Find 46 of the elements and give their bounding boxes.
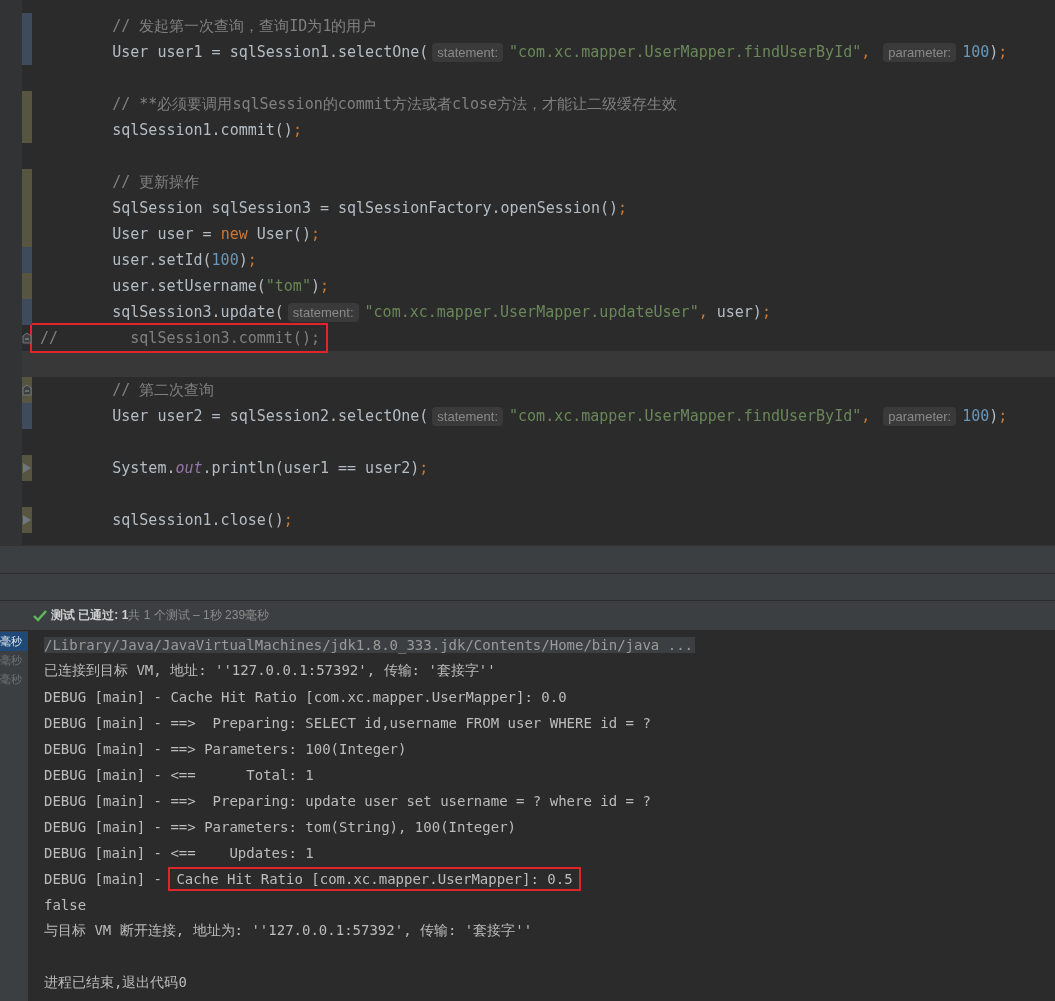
fold-icon[interactable] [22, 332, 32, 344]
test-tree-item[interactable]: 毫秒 [0, 632, 28, 651]
code-text: // 更新操作 [111, 172, 200, 192]
code-text: "com.xc.mapper.UserMapper.findUserById", [509, 43, 872, 61]
code-text: // 第二次查询 [111, 380, 215, 400]
code-text: SqlSession sqlSession3 = sqlSessionFactory.openSession(); [111, 199, 627, 217]
code-text: // sqlSession3.commit(); [40, 329, 320, 347]
code-text: sqlSession1.commit(); [111, 121, 302, 139]
console-line: DEBUG [main] - ==> Preparing: SELECT id,username FROM user WHERE id = ? [44, 715, 651, 731]
console-line: DEBUG [main] - <== Total: 1 [44, 767, 314, 783]
code-text: user.setId(100); [111, 251, 257, 269]
console-line: DEBUG [main] - <== Updates: 1 [44, 845, 314, 861]
console-line: DEBUG [main] - ==> Parameters: tom(String), 100(Integer) [44, 819, 516, 835]
parameter-hint: statement: [432, 42, 504, 62]
code-text: user.setUsername("tom"); [111, 277, 329, 295]
code-text: 100); [962, 43, 1008, 61]
code-text: 100); [962, 407, 1008, 425]
parameter-hint: parameter: [883, 42, 957, 62]
test-summary-text: 共 1 个测试 – 1秒 239毫秒 [128, 607, 270, 624]
run-icon[interactable] [22, 514, 32, 526]
code-text: User user = new User(); [111, 225, 320, 243]
parameter-hint: statement: [287, 302, 359, 322]
check-icon [33, 609, 47, 622]
code-text: User user1 = sqlSession1.selectOne( [111, 43, 429, 61]
console-line: 已连接到目标 VM, 地址: ''127.0.0.1:57392', 传输: '套接字'' [44, 662, 496, 680]
code-text: System.out.println(user1 == user2); [111, 459, 429, 477]
code-text: sqlSession3.update( [111, 303, 284, 321]
fold-icon[interactable] [22, 384, 32, 396]
console-line: false [44, 897, 87, 913]
console-line: DEBUG [main] - ==> Parameters: 100(Integer) [44, 741, 407, 757]
run-icon[interactable] [22, 462, 32, 474]
code-text: // 发起第一次查询，查询ID为1的用户 [111, 16, 377, 36]
console-line: 进程已结束,退出代码0 [44, 974, 187, 992]
code-text: User user2 = sqlSession2.selectOne( [111, 407, 429, 425]
code-text: sqlSession1.close(); [111, 511, 293, 529]
console-line: DEBUG [main] - Cache Hit Ratio [com.xc.mapper.UserMapper]: 0.0 [44, 689, 567, 705]
code-text: "com.xc.mapper.UserMapper.findUserById", [509, 407, 872, 425]
highlight-box: Cache Hit Ratio [com.xc.mapper.UserMapper]: 0.5 [168, 867, 581, 891]
code-text: // **必须要调用sqlSession的commit方法或者close方法，才能让二级缓存生效 [111, 94, 678, 114]
parameter-hint: parameter: [883, 406, 957, 426]
parameter-hint: statement: [432, 406, 504, 426]
console-line: DEBUG [main] - ==> Preparing: update user set username = ? where id = ? [44, 793, 651, 809]
console-line: 与目标 VM 断开连接, 地址为: ''127.0.0.1:57392', 传输: '套接字'' [44, 922, 533, 940]
console-line: DEBUG [main] - [44, 871, 163, 887]
code-text: "com.xc.mapper.UserMapper.updateUser", user); [364, 303, 771, 321]
test-result-text: 测试 已通过: 1 [51, 607, 129, 624]
